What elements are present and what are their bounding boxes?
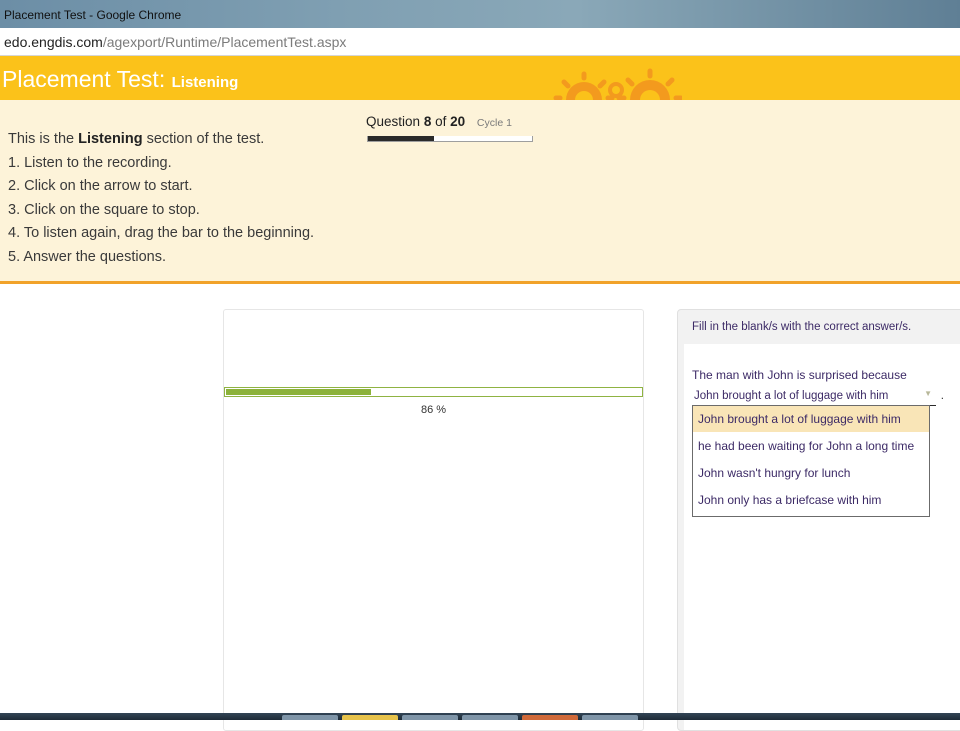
page-title-text: Placement Test: [2,66,166,92]
instruction-step: 5. Answer the questions. [8,248,166,265]
answer-option[interactable]: John wasn't hungry for lunch [693,460,929,487]
section-title: Listening [171,74,239,91]
url-path: /agexport/Runtime/PlacementTest.aspx [102,34,347,50]
taskbar-item[interactable] [582,715,638,720]
answer-dropdown-value: John brought a lot of luggage with him [694,390,889,402]
answer-option[interactable]: John brought a lot of luggage with him [693,406,929,433]
audio-percent-label: 86 % [420,404,447,416]
taskbar-item[interactable] [402,715,458,720]
audio-player-panel: 86 % [223,309,644,731]
question-progress-bar [367,136,533,142]
audio-progress-fill[interactable] [226,389,372,395]
question-panel: Fill in the blank/s with the correct ans… [677,309,960,731]
chevron-down-icon[interactable]: ▼ [924,389,932,398]
question-text: The man with John is surprised because [692,368,907,382]
audio-progress-bar[interactable] [224,387,643,397]
cycle-label: Cycle 1 [476,117,512,129]
instructions-panel: This is the Listening section of the tes… [0,100,960,284]
page-header: Placement Test: Listening [0,56,960,100]
question-body: The man with John is surprised because J… [684,344,960,730]
os-taskbar [0,713,960,720]
taskbar-item[interactable] [522,715,578,720]
page-title: Placement Test: Listening [2,66,238,93]
instruction-step: 3. Click on the square to stop. [8,201,200,218]
question-counter: Question 8 of 20 Cycle 1 [366,114,512,129]
url-text[interactable]: edo.engdis.com/agexport/Runtime/Placemen… [4,34,346,50]
question-progress-fill [368,136,434,141]
instruction-step: 2. Click on the arrow to start. [8,178,193,194]
question-instruction: Fill in the blank/s with the correct ans… [692,321,912,333]
window-title: Placement Test - Google Chrome [4,8,182,22]
sentence-period: . [940,390,944,402]
answer-option[interactable]: John only has a briefcase with him [693,487,929,514]
instruction-step: 4. To listen again, drag the bar to the … [8,225,315,241]
instructions-intro: This is the Listening section of the tes… [8,131,265,147]
address-bar[interactable]: edo.engdis.com/agexport/Runtime/Placemen… [0,28,960,56]
gears-decoration-icon [553,68,682,100]
answer-option[interactable]: he had been waiting for John a long time [693,433,929,460]
taskbar-item[interactable] [342,715,398,720]
answer-dropdown[interactable]: John brought a lot of luggage with him ▼… [692,389,944,406]
taskbar-item[interactable] [462,715,518,720]
browser-title-bar: Placement Test - Google Chrome [0,0,960,28]
taskbar-item[interactable] [282,715,338,720]
answer-options-list: John brought a lot of luggage with him h… [692,405,930,517]
instruction-step: 1. Listen to the recording. [8,154,172,171]
url-domain: edo.engdis.com [4,34,103,50]
instructions-list: This is the Listening section of the tes… [8,128,314,269]
